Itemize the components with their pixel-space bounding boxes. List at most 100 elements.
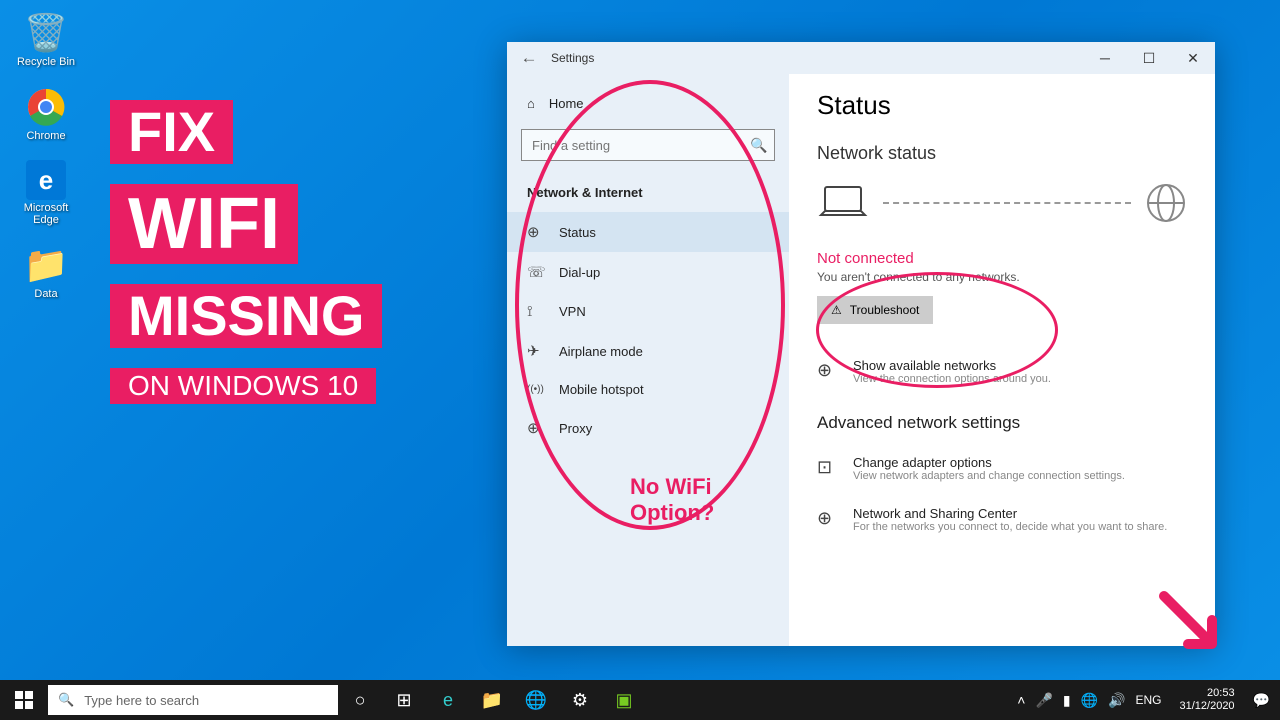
advanced-heading: Advanced network settings (817, 413, 1187, 433)
desktop-icon-chrome[interactable]: Chrome (14, 86, 78, 142)
search-icon: 🔍 (58, 692, 74, 708)
task-view-icon[interactable]: ⊞ (382, 680, 426, 720)
search-box[interactable]: 🔍 (521, 129, 775, 161)
hotspot-icon: ((•)) (527, 384, 545, 395)
cortana-icon[interactable]: ○ (338, 680, 382, 720)
minimize-button[interactable]: ─ (1083, 42, 1127, 74)
taskbar: 🔍 Type here to search ○ ⊞ e 📁 🌐 ⚙ ▣ ˄ 🎤 ▮… (0, 680, 1280, 720)
tray-chevron-icon[interactable]: ˄ (1017, 692, 1025, 708)
nav-proxy[interactable]: ⊕ Proxy (507, 408, 789, 448)
nav-status[interactable]: ⊕ Status (507, 212, 789, 252)
chrome-taskbar-icon[interactable]: 🌐 (514, 680, 558, 720)
icon-label: Data (34, 288, 57, 300)
nav-label: Proxy (559, 421, 592, 436)
close-button[interactable]: ✕ (1171, 42, 1215, 74)
nav-label: Mobile hotspot (559, 382, 644, 397)
not-connected-sub: You aren't connected to any networks. (817, 270, 1187, 284)
network-diagram (817, 182, 1187, 224)
annotation-arrow (1156, 588, 1228, 660)
laptop-icon (817, 183, 869, 223)
nav-hotspot[interactable]: ((•)) Mobile hotspot (507, 371, 789, 408)
back-button[interactable]: ← (507, 48, 551, 68)
icon-label: Recycle Bin (17, 56, 75, 68)
vpn-icon: ⟟ (527, 303, 545, 320)
windows-icon (15, 691, 33, 709)
search-input[interactable] (522, 138, 744, 153)
nav-label: Dial-up (559, 265, 600, 280)
airplane-icon: ✈ (527, 342, 545, 360)
nav-dialup[interactable]: ☏ Dial-up (507, 252, 789, 292)
desktop-icon-recycle-bin[interactable]: 🗑️Recycle Bin (14, 12, 78, 68)
home-label: Home (549, 96, 584, 111)
language-indicator[interactable]: ENG (1135, 693, 1161, 707)
globe-icon: ⊕ (817, 360, 839, 381)
nav-label: Status (559, 225, 596, 240)
page-heading: Status (817, 90, 1187, 121)
section-title: Network & Internet (507, 179, 789, 212)
icon-label: Microsoft Edge (14, 202, 78, 226)
clock[interactable]: 20:5331/12/2020 (1172, 687, 1243, 713)
link-title: Change adapter options (853, 455, 1125, 470)
folder-icon: 📁 (25, 244, 67, 286)
sharing-center-link[interactable]: ⊕ Network and Sharing CenterFor the netw… (817, 494, 1187, 545)
desktop-icon-data[interactable]: 📁 Data (14, 244, 78, 300)
start-button[interactable] (0, 680, 48, 720)
warning-icon: ⚠ (831, 303, 842, 317)
taskbar-apps: ○ ⊞ e 📁 🌐 ⚙ ▣ (338, 680, 646, 720)
desktop-icons: 🗑️Recycle Bin Chrome eMicrosoft Edge 📁 Da… (14, 12, 78, 300)
not-connected-title: Not connected (817, 250, 1187, 267)
overlay-line-2: WIFI (110, 184, 298, 264)
edge-taskbar-icon[interactable]: e (426, 680, 470, 720)
camtasia-icon[interactable]: ▣ (602, 680, 646, 720)
thumbnail-text: FIX WIFI MISSING ON WINDOWS 10 (110, 100, 382, 404)
date: 31/12/2020 (1180, 700, 1235, 713)
overlay-line-4: ON WINDOWS 10 (110, 368, 376, 404)
nav-airplane[interactable]: ✈ Airplane mode (507, 331, 789, 371)
page-subheading: Network status (817, 143, 1187, 164)
settings-main: Status Network status Not connected You … (789, 74, 1215, 646)
titlebar: ← Settings ─ ☐ ✕ (507, 42, 1215, 74)
troubleshoot-button[interactable]: ⚠ Troubleshoot (817, 296, 933, 324)
search-placeholder: Type here to search (84, 693, 199, 708)
system-tray: ˄ 🎤 ▮ 🌐 🔊 ENG 20:5331/12/2020 💬 (1007, 680, 1280, 720)
time: 20:53 (1180, 687, 1235, 700)
link-title: Show available networks (853, 358, 1051, 373)
settings-taskbar-icon[interactable]: ⚙ (558, 680, 602, 720)
window-title: Settings (551, 51, 594, 65)
nav-label: Airplane mode (559, 344, 643, 359)
overlay-line-1: FIX (110, 100, 233, 164)
link-sub: View network adapters and change connect… (853, 470, 1125, 482)
maximize-button[interactable]: ☐ (1127, 42, 1171, 74)
edge-icon: e (26, 160, 66, 200)
mic-icon[interactable]: 🎤 (1035, 692, 1052, 709)
battery-icon[interactable]: ▮ (1063, 692, 1071, 709)
home-link[interactable]: ⌂ Home (507, 88, 789, 119)
troubleshoot-label: Troubleshoot (850, 303, 920, 317)
volume-icon[interactable]: 🔊 (1108, 692, 1125, 709)
explorer-icon[interactable]: 📁 (470, 680, 514, 720)
dialup-icon: ☏ (527, 263, 545, 281)
link-sub: View the connection options around you. (853, 373, 1051, 385)
proxy-icon: ⊕ (527, 419, 545, 437)
icon-label: Chrome (26, 130, 65, 142)
nav-label: VPN (559, 304, 586, 319)
home-icon: ⌂ (527, 96, 535, 111)
annotation-no-wifi: No WiFiOption? (630, 474, 714, 527)
chrome-icon (25, 86, 67, 128)
adapter-options-link[interactable]: ⊡ Change adapter optionsView network ada… (817, 443, 1187, 494)
show-networks-link[interactable]: ⊕ Show available networksView the connec… (817, 346, 1187, 397)
sharing-icon: ⊕ (817, 508, 839, 529)
settings-sidebar: ⌂ Home 🔍 Network & Internet ⊕ Status ☏ Dial… (507, 74, 789, 646)
nav-vpn[interactable]: ⟟ VPN (507, 292, 789, 331)
globe-icon (1145, 182, 1187, 224)
status-icon: ⊕ (527, 223, 545, 241)
overlay-line-3: MISSING (110, 284, 382, 348)
settings-window: ← Settings ─ ☐ ✕ ⌂ Home 🔍 Network & Inter… (507, 42, 1215, 646)
network-tray-icon[interactable]: 🌐 (1081, 692, 1098, 709)
taskbar-search[interactable]: 🔍 Type here to search (48, 685, 338, 715)
desktop-icon-edge[interactable]: eMicrosoft Edge (14, 160, 78, 226)
notifications-icon[interactable]: 💬 (1253, 692, 1270, 709)
search-icon: 🔍 (744, 137, 774, 154)
adapter-icon: ⊡ (817, 457, 839, 478)
link-title: Network and Sharing Center (853, 506, 1167, 521)
